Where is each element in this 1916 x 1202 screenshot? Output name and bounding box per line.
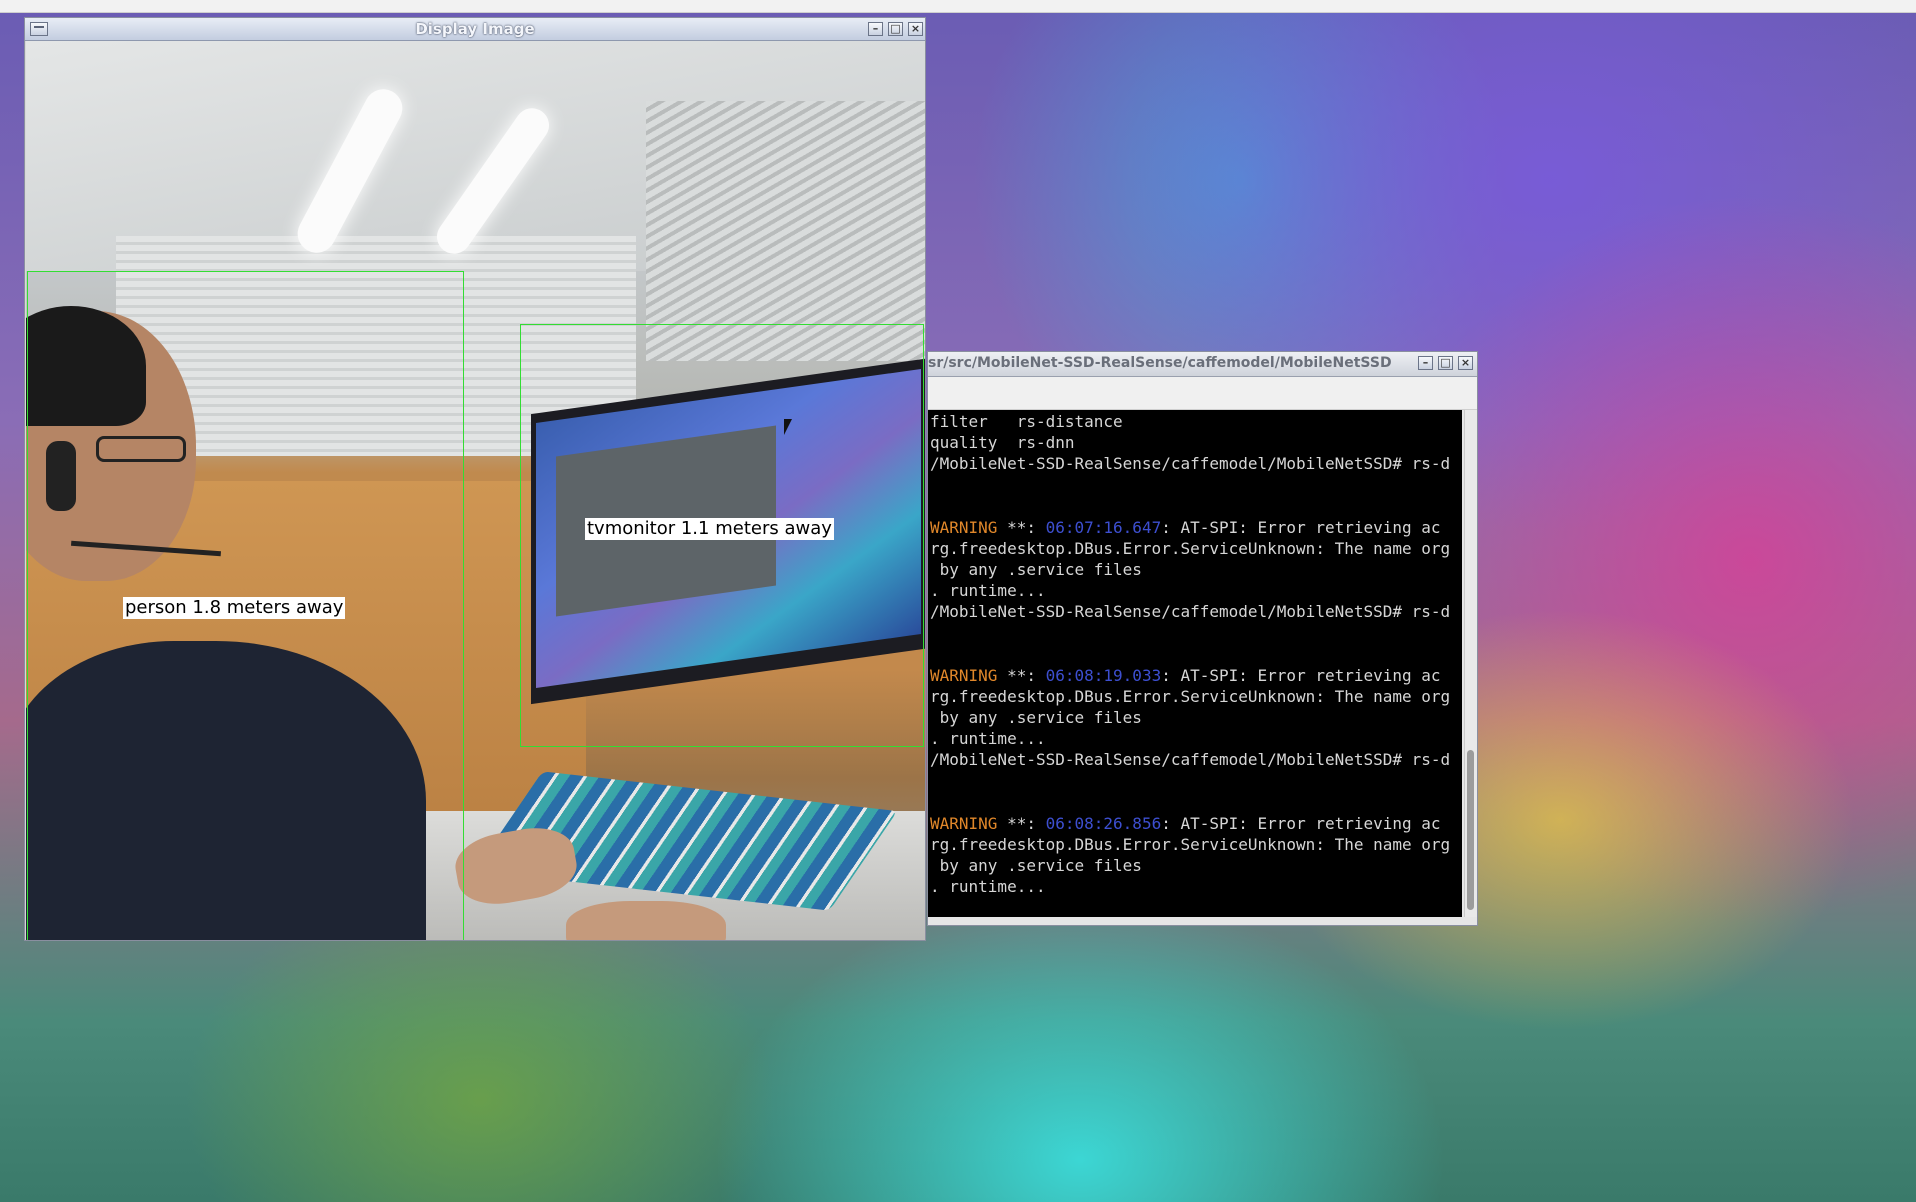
- terminal-window[interactable]: sr/src/MobileNet-SSD-RealSense/caffemode…: [927, 351, 1478, 926]
- warning-message: : AT-SPI: Error retrieving ac: [1161, 666, 1441, 685]
- warning-timestamp: 06:07:16.647: [1045, 518, 1162, 537]
- terminal-scrollbar[interactable]: [1464, 410, 1477, 917]
- warning-sep: **:: [997, 666, 1046, 685]
- scrollbar-thumb[interactable]: [1467, 750, 1474, 910]
- terminal-warning-line: WARNING **: 06:07:16.647: AT-SPI: Error …: [930, 517, 1441, 538]
- display-image-window[interactable]: Display Image – □ × person 1.8 meters aw…: [24, 17, 926, 941]
- minimize-icon[interactable]: –: [868, 22, 883, 36]
- terminal-line: by any .service files: [930, 856, 1142, 875]
- warning-message: : AT-SPI: Error retrieving ac: [1161, 518, 1441, 537]
- terminal-line: . runtime...: [930, 581, 1046, 600]
- window-title: Display Image: [415, 20, 535, 38]
- terminal-line: /MobileNet-SSD-RealSense/caffemodel/Mobi…: [930, 454, 1451, 473]
- maximize-icon[interactable]: □: [888, 22, 903, 36]
- display-window-titlebar[interactable]: Display Image – □ ×: [25, 18, 925, 41]
- terminal-titlebar[interactable]: sr/src/MobileNet-SSD-RealSense/caffemode…: [928, 352, 1477, 377]
- terminal-menubar: [928, 377, 1477, 410]
- terminal-warning-line: WARNING **: 06:08:26.856: AT-SPI: Error …: [930, 813, 1441, 834]
- camera-frame-image: person 1.8 meters away tvmonitor 1.1 met…: [26, 41, 925, 940]
- warning-timestamp: 06:08:26.856: [1045, 814, 1162, 833]
- tvmonitor-detection-label: tvmonitor 1.1 meters away: [585, 518, 834, 540]
- close-icon[interactable]: ×: [908, 22, 923, 36]
- minimize-icon[interactable]: –: [1418, 356, 1433, 370]
- warning-timestamp: 06:08:19.033: [1045, 666, 1162, 685]
- terminal-line: /MobileNet-SSD-RealSense/caffemodel/Mobi…: [930, 602, 1451, 621]
- maximize-icon[interactable]: □: [1438, 356, 1453, 370]
- warning-sep: **:: [997, 814, 1046, 833]
- warning-message: : AT-SPI: Error retrieving ac: [1161, 814, 1441, 833]
- terminal-line: by any .service files: [930, 708, 1142, 727]
- top-panel: [0, 0, 1916, 13]
- close-icon[interactable]: ×: [1458, 356, 1473, 370]
- terminal-line: rg.freedesktop.DBus.Error.ServiceUnknown…: [930, 539, 1451, 558]
- terminal-warning-line: WARNING **: 06:08:19.033: AT-SPI: Error …: [930, 665, 1441, 686]
- warning-tag: WARNING: [930, 666, 998, 685]
- terminal-line: . runtime...: [930, 877, 1046, 896]
- terminal-output[interactable]: filter rs-distance quality rs-dnn /Mobil…: [928, 410, 1462, 917]
- terminal-line: /MobileNet-SSD-RealSense/caffemodel/Mobi…: [930, 750, 1451, 769]
- window-blinds-right: [646, 101, 925, 361]
- terminal-line: rg.freedesktop.DBus.Error.ServiceUnknown…: [930, 835, 1451, 854]
- mouse-cursor-icon: [784, 419, 792, 435]
- warning-tag: WARNING: [930, 814, 998, 833]
- terminal-line: by any .service files: [930, 560, 1142, 579]
- hand-on-mouse: [566, 901, 726, 940]
- terminal-line: filter rs-distance: [930, 412, 1123, 431]
- terminal-line: quality rs-dnn: [930, 433, 1075, 452]
- warning-tag: WARNING: [930, 518, 998, 537]
- warning-sep: **:: [997, 518, 1046, 537]
- terminal-title: sr/src/MobileNet-SSD-RealSense/caffemode…: [928, 355, 1392, 371]
- terminal-line: rg.freedesktop.DBus.Error.ServiceUnknown…: [930, 687, 1451, 706]
- person-detection-label: person 1.8 meters away: [123, 597, 346, 619]
- terminal-line: . runtime...: [930, 729, 1046, 748]
